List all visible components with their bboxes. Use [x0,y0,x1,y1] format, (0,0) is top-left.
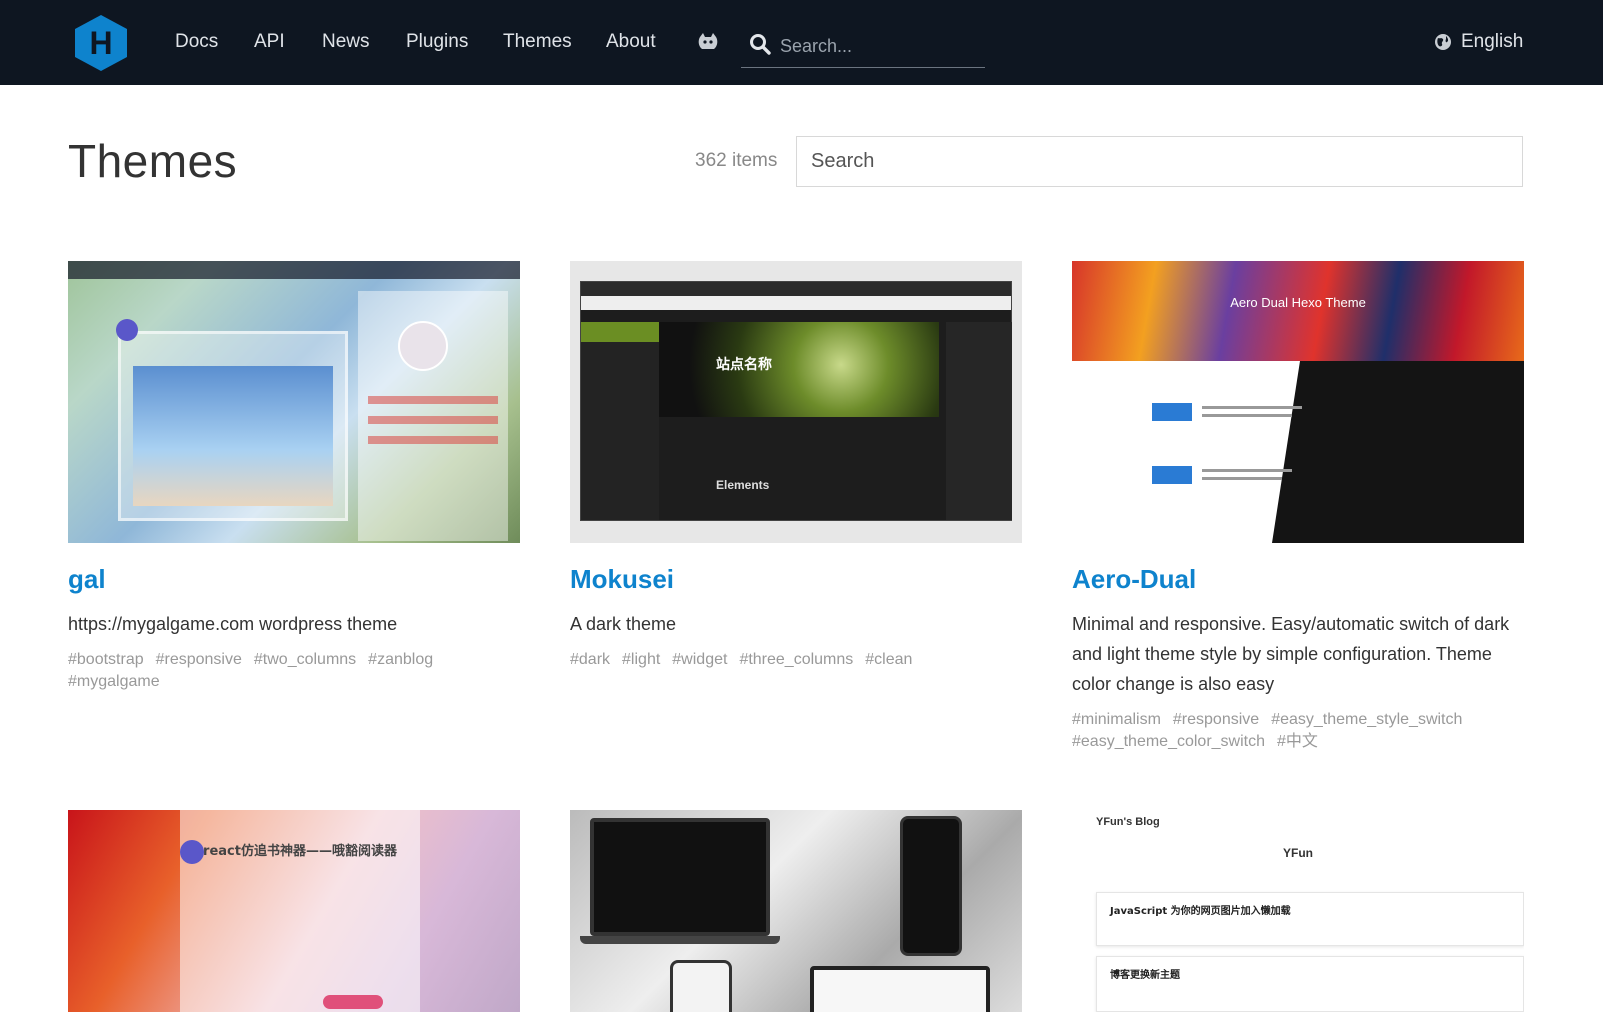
header-search-input[interactable] [780,33,980,59]
theme-thumbnail-mokusei[interactable]: 站点名称 Elements [570,261,1022,543]
theme-tag[interactable]: #bootstrap [68,649,144,671]
theme-card-gal: gal https://mygalgame.com wordpress them… [68,261,520,693]
theme-tag[interactable]: #light [622,649,660,671]
theme-tag[interactable]: #minimalism [1072,709,1161,731]
theme-tag[interactable]: #three_columns [739,649,853,671]
logo-letter: H [89,25,112,61]
theme-tag[interactable]: #zanblog [368,649,433,671]
nav-docs[interactable]: Docs [175,30,218,54]
theme-tags: #bootstrap #responsive #two_columns #zanblo… [68,649,520,693]
theme-tag[interactable]: #widget [672,649,727,671]
globe-icon [1435,34,1451,50]
language-selector[interactable]: English [1434,30,1523,54]
search-icon [750,34,771,55]
theme-name-link[interactable]: gal [68,563,520,595]
theme-tag[interactable]: #clean [865,649,912,671]
github-icon[interactable] [697,31,719,53]
theme-tag[interactable]: #responsive [156,649,242,671]
theme-tag[interactable]: #中文 [1277,731,1318,753]
theme-thumbnail-gal[interactable] [68,261,520,543]
theme-thumbnail-devices[interactable] [570,810,1022,1012]
theme-search-input[interactable] [796,136,1523,187]
theme-card-aero-dual: Aero Dual Hexo Theme Aero-Dual Minimal a… [1072,261,1524,753]
top-navbar: H Docs API News Plugins Themes About Eng… [0,0,1603,85]
theme-tag[interactable]: #mygalgame [68,671,160,693]
mokusei-site-title: 站点名称 [716,357,772,373]
header-search [741,24,985,68]
yfun-brand: YFun's Blog [1096,816,1160,828]
hexo-logo-icon[interactable]: H [73,14,129,72]
yfun-post-2: 博客更换新主题 [1110,970,1180,981]
theme-description: https://mygalgame.com wordpress theme [68,614,398,634]
nav-themes[interactable]: Themes [503,30,572,54]
theme-thumbnail-yfun[interactable]: YFun's Blog YFun JavaScript 为你的网页图片加入懒加载… [1072,810,1524,1012]
theme-tags: #minimalism #responsive #easy_theme_style_… [1072,709,1524,753]
language-label: English [1461,31,1524,52]
yfun-post-1: JavaScript 为你的网页图片加入懒加载 [1110,906,1291,917]
nav-plugins[interactable]: Plugins [406,30,468,54]
aero-dark-panel [1272,361,1524,543]
theme-tag[interactable]: #easy_theme_color_switch [1072,731,1265,753]
nav-about[interactable]: About [606,30,656,54]
mokusei-post-title: Elements [716,478,770,492]
theme-description: A dark theme [570,614,677,634]
theme-thumbnail-reader[interactable]: react仿追书神器——哦豁阅读器 [68,810,520,1012]
theme-name-link[interactable]: Aero-Dual [1072,563,1524,595]
theme-card-mokusei: 站点名称 Elements Mokusei A dark theme #dark… [570,261,1022,671]
yfun-name: YFun [1283,846,1313,860]
theme-tag[interactable]: #easy_theme_style_switch [1271,709,1462,731]
items-count: 362 items [695,150,778,171]
theme-name-link[interactable]: Mokusei [570,563,1022,595]
aero-thumb-title: Aero Dual Hexo Theme [1230,295,1366,310]
theme-thumbnail-aero-dual[interactable]: Aero Dual Hexo Theme [1072,261,1524,543]
nav-api[interactable]: API [254,30,285,54]
nav-news[interactable]: News [322,30,370,54]
page-title: Themes [68,135,238,187]
theme-tag[interactable]: #two_columns [254,649,356,671]
theme-description: Minimal and responsive. Easy/automatic s… [1072,614,1510,694]
theme-tags: #dark #light #widget #three_columns #clean [570,649,1022,671]
theme-tag[interactable]: #dark [570,649,610,671]
reader-thumb-title: react仿追书神器——哦豁阅读器 [203,844,397,859]
theme-tag[interactable]: #responsive [1173,709,1259,731]
